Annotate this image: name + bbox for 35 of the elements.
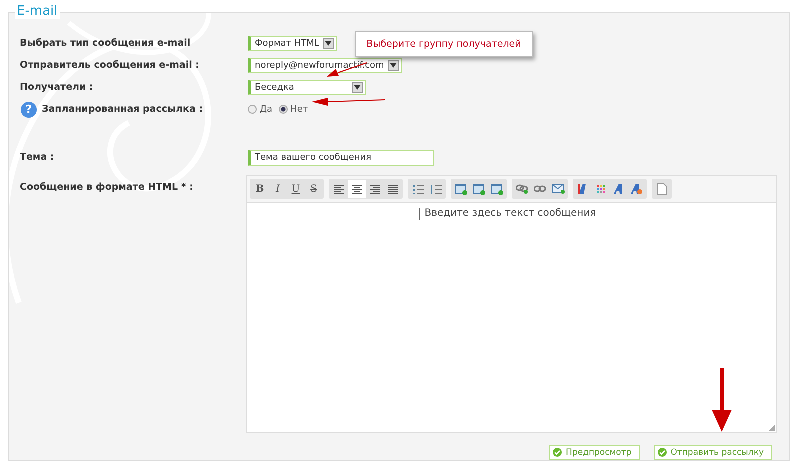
format-button[interactable]: I <box>269 180 287 198</box>
field-label: Запланированная рассылка : <box>42 104 203 115</box>
field-label: Сообщение в формате HTML * : <box>20 182 194 193</box>
message-text[interactable]: Введите здесь текст сообщения <box>424 208 596 219</box>
field-label: Выбрать тип сообщения e-mail <box>20 38 191 49</box>
radio-label: Да <box>260 104 273 114</box>
action-button[interactable]: Отправить рассылку <box>654 445 772 460</box>
lines-icon <box>352 184 362 194</box>
format-button[interactable]: S <box>305 180 323 198</box>
dropdown[interactable]: Беседка <box>248 80 366 95</box>
field-label: Получатели : <box>20 82 94 93</box>
action-button[interactable]: Предпросмотр <box>549 445 640 460</box>
help-icon[interactable]: ? <box>21 102 37 118</box>
align-center-button[interactable] <box>348 180 366 198</box>
radio-button[interactable] <box>248 105 257 114</box>
field-label: Отправитель сообщения e-mail : <box>20 60 200 71</box>
section-legend: E-mail <box>15 4 60 19</box>
format-button[interactable]: U <box>287 180 305 198</box>
check-icon <box>553 448 562 457</box>
lines-icon <box>370 184 380 194</box>
caret-icon <box>388 60 400 71</box>
caret-icon <box>352 82 363 93</box>
subject-field[interactable]: Тема вашего сообщения <box>248 150 434 166</box>
arrow <box>712 368 732 432</box>
lines-icon <box>334 184 344 194</box>
lines-icon <box>388 184 398 194</box>
check-icon <box>658 448 667 457</box>
callout-box: Выберите группу получателей <box>355 31 533 57</box>
dropdown[interactable]: Формат HTML <box>248 36 338 51</box>
format-button[interactable]: B <box>251 180 269 198</box>
field-label: Тема : <box>20 152 54 163</box>
radio-button[interactable] <box>278 105 288 114</box>
resize-grip-icon[interactable] <box>769 425 775 431</box>
caret-icon <box>323 38 334 49</box>
radio-label: Нет <box>290 104 308 114</box>
